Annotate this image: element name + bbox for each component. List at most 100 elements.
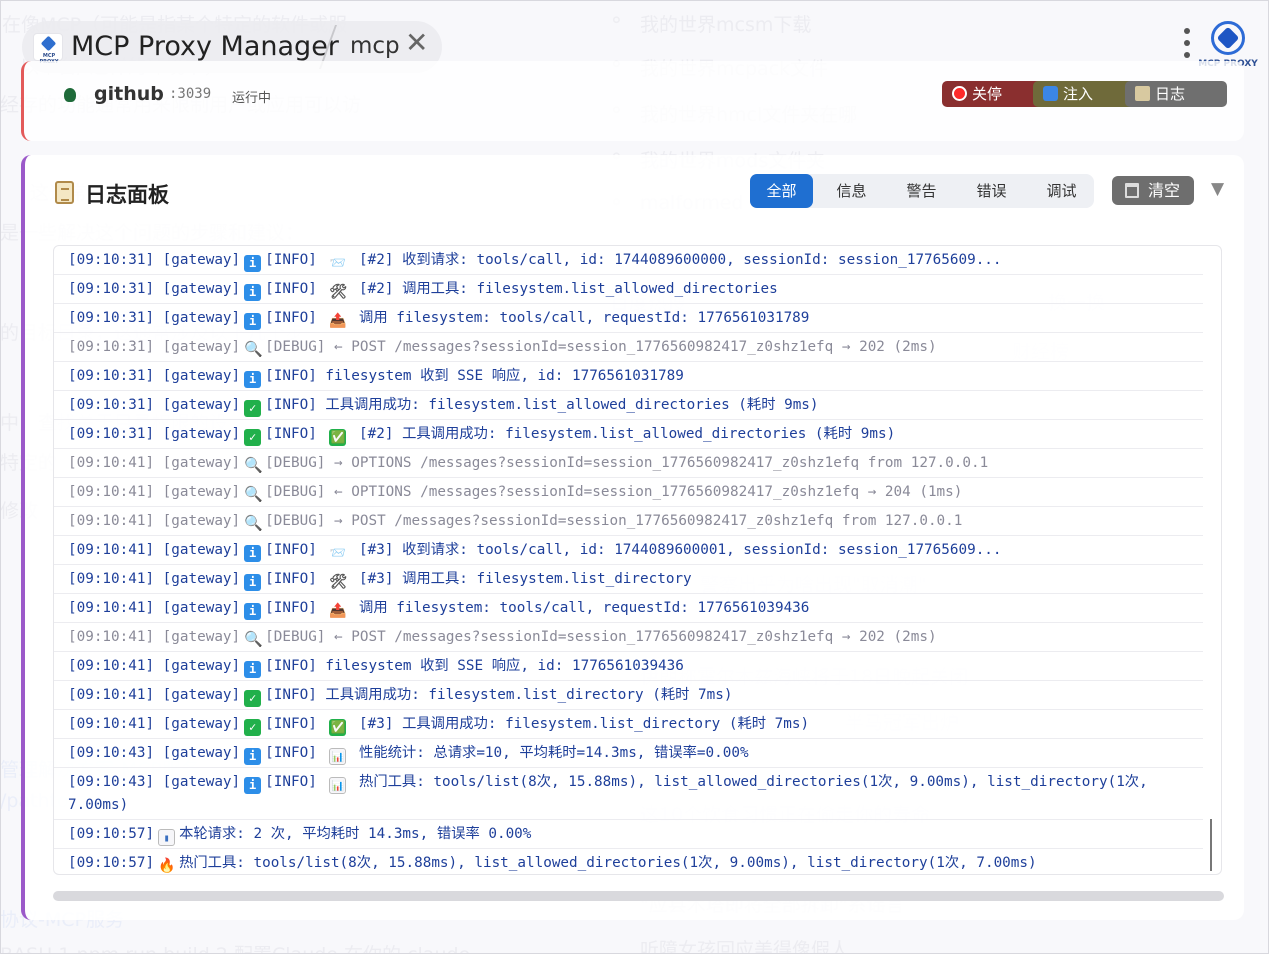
info-icon: i — [244, 603, 262, 620]
log-line: [09:10:57] ▮ 本轮请求: 2 次, 平均耗时 14.3ms, 错误率 0… — [54, 820, 1203, 849]
log-timestamp: [09:10:41] [gateway] — [68, 687, 241, 703]
log-level-tag: [INFO] — [265, 281, 317, 297]
log-line: [09:10:43] [gateway] i [INFO] 📊 热门工具: tool… — [54, 768, 1203, 820]
search-icon: 🔍 — [244, 630, 263, 648]
log-message: filesystem 收到 SSE 响应, id: 1776561031789 — [325, 368, 684, 384]
log-level-tag: [INFO] — [265, 571, 317, 587]
log-timestamp: [09:10:41] [gateway] — [68, 455, 241, 471]
log-button[interactable]: 日志 — [1125, 81, 1227, 107]
log-line: [09:10:41] [gateway] i [INFO] 📤 调用 filesys… — [54, 594, 1203, 623]
log-message: 调用 filesystem: tools/call, requestId: 17… — [359, 600, 810, 616]
log-message: [#3] 工具调用成功: filesystem.list_directory (… — [359, 716, 810, 732]
log-event-icon: 📊 — [329, 777, 347, 794]
inject-icon — [1043, 86, 1058, 101]
log-level-tag: [DEBUG] — [265, 629, 326, 645]
clipboard-icon — [1135, 86, 1150, 101]
log-timestamp: [09:10:41] [gateway] — [68, 513, 241, 529]
log-line: [09:10:31] [gateway] i [INFO] 🛠 [#2] 调用工具:… — [54, 275, 1203, 304]
info-icon: i — [244, 748, 262, 765]
log-level-tag: [INFO] — [265, 658, 317, 674]
log-message: [#3] 调用工具: filesystem.list_directory — [359, 571, 692, 587]
log-message: 调用 filesystem: tools/call, requestId: 17… — [359, 310, 810, 326]
log-message: ← POST /messages?sessionId=session_17765… — [334, 629, 937, 645]
log-message: [#2] 调用工具: filesystem.list_allowed_direc… — [359, 281, 778, 297]
collapse-chevron-icon[interactable]: ▼ — [1211, 179, 1224, 199]
log-event-icon: 🛠 — [329, 574, 348, 590]
clipboard-icon — [55, 181, 74, 204]
log-panel: 日志面板 全部 信息 警告 错误 调试 清空 ▼ [09:10:31] [gat… — [21, 155, 1244, 920]
tab-mcp[interactable]: mcp — [350, 33, 400, 59]
log-level-filters: 全部 信息 警告 错误 调试 — [750, 174, 1094, 208]
server-card-github: github :3039 运行中 关停 注入 日志 — [21, 61, 1244, 141]
filter-error[interactable]: 错误 — [960, 174, 1023, 208]
log-timestamp: [09:10:43] [gateway] — [68, 745, 241, 761]
log-level-tag: [DEBUG] — [265, 455, 326, 471]
log-timestamp: [09:10:57] — [68, 826, 155, 842]
trash-icon — [1125, 183, 1139, 198]
stop-label: 关停 — [972, 85, 1003, 103]
inject-button[interactable]: 注入 — [1033, 81, 1135, 107]
log-line: [09:10:41] [gateway] 🔍 [DEBUG] ← POST /mes… — [54, 623, 1203, 652]
filter-all[interactable]: 全部 — [750, 174, 813, 208]
log-timestamp: [09:10:41] [gateway] — [68, 658, 241, 674]
search-icon: 🔍 — [244, 514, 263, 532]
info-icon: i — [244, 371, 262, 388]
log-output[interactable]: [09:10:31] [gateway] i [INFO] 📨 [#2] 收到请求:… — [53, 245, 1222, 875]
log-level-tag: [INFO] — [265, 774, 317, 790]
horizontal-scrollbar[interactable] — [53, 891, 1224, 901]
log-line: [09:10:57] 🔥 热门工具: tools/list(8次, 15.88ms)… — [54, 849, 1203, 874]
log-message: 本轮请求: 2 次, 平均耗时 14.3ms, 错误率 0.00% — [179, 826, 532, 842]
search-icon: 🔍 — [244, 456, 263, 474]
log-event-icon: ✅ — [329, 719, 347, 736]
log-message: ← POST /messages?sessionId=session_17765… — [334, 339, 937, 355]
log-event-icon: 🛠 — [329, 284, 348, 300]
log-level-tag: [INFO] — [265, 745, 317, 761]
clear-button[interactable]: 清空 — [1112, 176, 1194, 205]
log-message: → OPTIONS /messages?sessionId=session_17… — [334, 455, 989, 471]
log-timestamp: [09:10:31] [gateway] — [68, 368, 241, 384]
server-port: :3039 — [169, 86, 212, 102]
log-level-tag: [INFO] — [265, 542, 317, 558]
log-panel-header: 日志面板 全部 信息 警告 错误 调试 清空 ▼ — [25, 155, 1244, 225]
more-options-icon[interactable] — [1182, 28, 1192, 64]
stop-button[interactable]: 关停 — [942, 81, 1044, 107]
log-message: → POST /messages?sessionId=session_17765… — [334, 513, 963, 529]
log-level-tag: [INFO] — [265, 368, 317, 384]
log-timestamp: [09:10:43] [gateway] — [68, 774, 241, 790]
log-timestamp: [09:10:31] [gateway] — [68, 252, 241, 268]
app-window: MCP PROXY MCP Proxy Manager mcp ✕ MCP PR… — [0, 0, 1269, 954]
log-panel-title: 日志面板 — [85, 183, 169, 207]
log-timestamp: [09:10:31] [gateway] — [68, 426, 241, 442]
log-level-tag: [INFO] — [265, 252, 317, 268]
log-timestamp: [09:10:41] [gateway] — [68, 716, 241, 732]
filter-warning[interactable]: 警告 — [890, 174, 953, 208]
log-event-icon: 📨 — [329, 546, 347, 561]
clear-label: 清空 — [1148, 181, 1181, 200]
log-timestamp: [09:10:31] [gateway] — [68, 310, 241, 326]
log-message: filesystem 收到 SSE 响应, id: 1776561039436 — [325, 658, 684, 674]
log-timestamp: [09:10:31] [gateway] — [68, 281, 241, 297]
check-icon: ✓ — [244, 400, 262, 417]
log-level-tag: [DEBUG] — [265, 339, 326, 355]
log-line: [09:10:41] [gateway] 🔍 [DEBUG] ← OPTIONS /… — [54, 478, 1203, 507]
log-message: 性能统计: 总请求=10, 平均耗时=14.3ms, 错误率=0.00% — [359, 745, 749, 761]
log-timestamp: [09:10:41] [gateway] — [68, 629, 241, 645]
info-icon: i — [244, 284, 262, 301]
info-icon: i — [244, 313, 262, 330]
log-timestamp: [09:10:41] [gateway] — [68, 600, 241, 616]
filter-debug[interactable]: 调试 — [1030, 174, 1093, 208]
search-icon: 🔍 — [244, 485, 263, 503]
log-level-tag: [INFO] — [265, 716, 317, 732]
log-line: [09:10:31] [gateway] i [INFO] 📤 调用 filesys… — [54, 304, 1203, 333]
log-line: [09:10:41] [gateway] i [INFO] filesystem 收… — [54, 652, 1203, 681]
log-level-tag: [INFO] — [265, 426, 317, 442]
check-icon: ✓ — [244, 690, 262, 707]
close-icon[interactable]: ✕ — [405, 29, 428, 57]
vertical-scrollbar[interactable] — [1210, 819, 1212, 871]
log-level-tag: [INFO] — [265, 310, 317, 326]
log-message: 工具调用成功: filesystem.list_allowed_director… — [325, 397, 819, 413]
log-line: [09:10:41] [gateway] ✓ [INFO] 工具调用成功: file… — [54, 681, 1203, 710]
log-message: 热门工具: tools/list(8次, 15.88ms), list_allo… — [179, 855, 1037, 871]
filter-info[interactable]: 信息 — [820, 174, 883, 208]
log-line: [09:10:41] [gateway] 🔍 [DEBUG] → OPTIONS /… — [54, 449, 1203, 478]
